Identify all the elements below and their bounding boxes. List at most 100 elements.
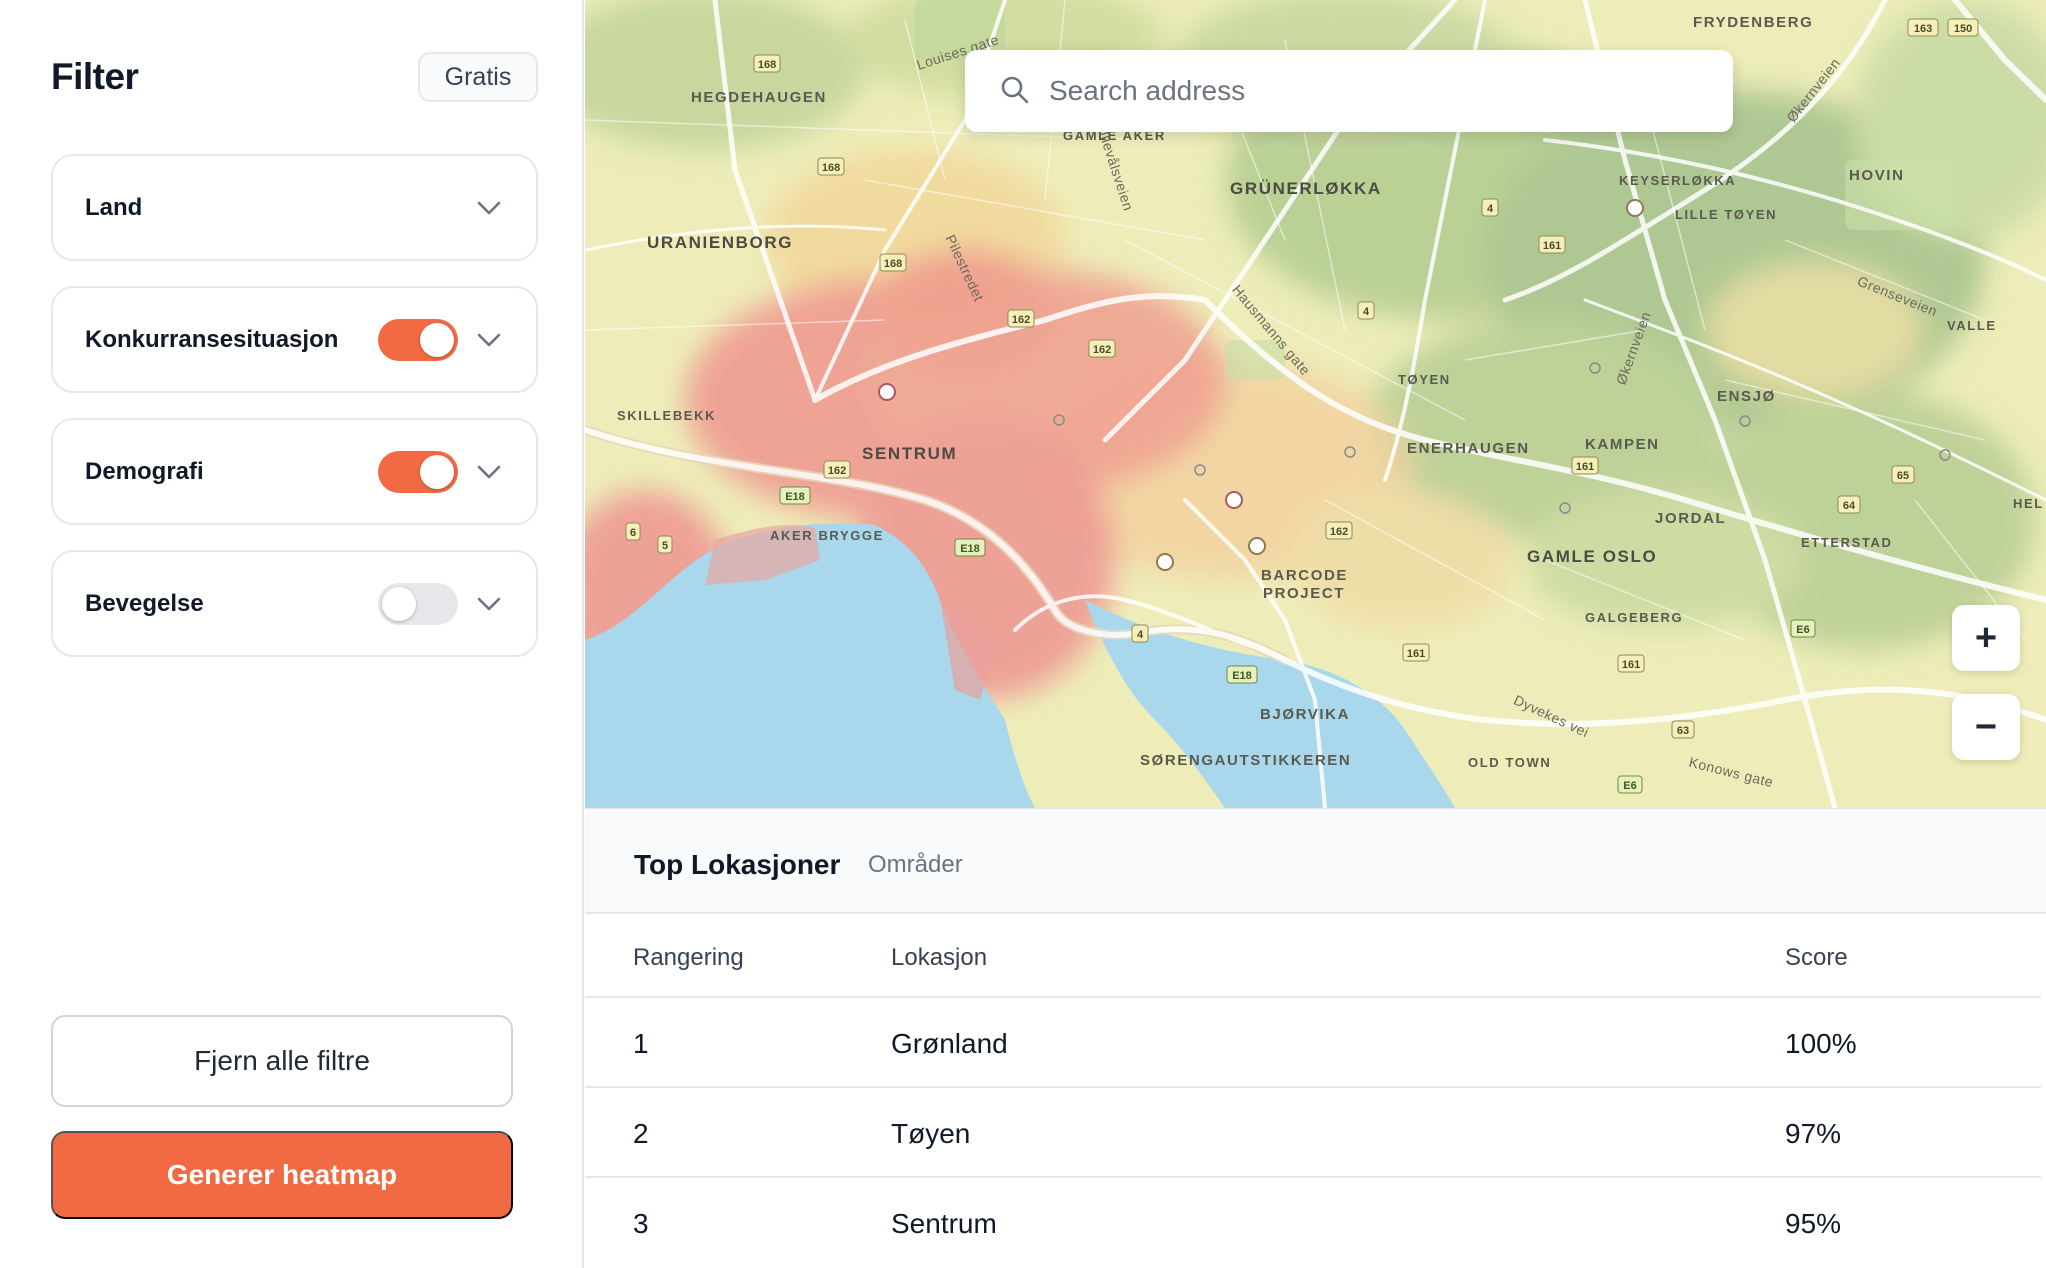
filter-bevegelse[interactable]: Bevegelse (51, 550, 538, 657)
map-label: PROJECT (1263, 585, 1346, 602)
plan-badge[interactable]: Gratis (418, 52, 538, 102)
svg-text:163: 163 (1914, 23, 1932, 35)
results-header: Top Lokasjoner Områder (585, 808, 2046, 914)
filter-land[interactable]: Land (51, 154, 538, 261)
map-label: HEGDEHAUGEN (691, 89, 827, 106)
column-header-rank[interactable]: Rangering (633, 944, 744, 972)
map-label: TØYEN (1398, 372, 1451, 387)
map-label: JORDAL (1655, 510, 1727, 527)
demografi-toggle[interactable] (378, 450, 458, 493)
table-row[interactable]: 2 Tøyen 97% (585, 1088, 2041, 1178)
location-cell: Tøyen (891, 1118, 971, 1149)
svg-text:162: 162 (1012, 314, 1030, 326)
score-cell: 97% (1785, 1118, 1842, 1149)
search-icon (1001, 76, 1029, 104)
svg-text:E6: E6 (1623, 780, 1636, 792)
map-label: GRÜNERLØKKA (1230, 179, 1382, 198)
results-table: Rangering Lokasjon Score 1 Grønland 100%… (585, 914, 2041, 1268)
clear-filters-button[interactable]: Fjern alle filtre (51, 1015, 513, 1107)
map-label: SENTRUM (862, 444, 958, 463)
score-cell: 100% (1785, 1028, 1857, 1059)
column-header-score[interactable]: Score (1785, 944, 1848, 972)
svg-text:6: 6 (630, 527, 636, 539)
chevron-down-icon[interactable] (476, 596, 502, 612)
map-label: KEYSERLØKKA (1619, 173, 1737, 188)
score-cell: 95% (1785, 1208, 1842, 1239)
svg-text:150: 150 (1954, 23, 1972, 35)
filter-label: Konkurransesituasjon (85, 325, 339, 353)
heatmap-map[interactable]: 168 168 168 162 162 162 162 161 161 161 … (585, 0, 2046, 808)
map-label: ETTERSTAD (1801, 535, 1893, 550)
map-label: BARCODE (1261, 567, 1349, 584)
konkurransesituasjon-toggle[interactable] (378, 318, 458, 361)
map-label: OLD TOWN (1468, 755, 1552, 770)
svg-text:161: 161 (1543, 240, 1561, 252)
map-label: GAMLE OSLO (1527, 547, 1658, 566)
chevron-down-icon[interactable] (476, 332, 502, 348)
map-label: HOVIN (1849, 167, 1905, 184)
toggle-knob (420, 322, 454, 357)
column-header-location[interactable]: Lokasjon (891, 944, 987, 972)
svg-text:168: 168 (822, 162, 840, 174)
svg-text:64: 64 (1843, 500, 1856, 512)
table-row[interactable]: 3 Sentrum 95% (585, 1178, 2041, 1268)
map-label: KAMPEN (1585, 436, 1660, 453)
svg-text:162: 162 (1330, 526, 1348, 538)
app-frame: Filter Gratis Land Konkurransesituasjon … (0, 0, 2046, 1268)
svg-text:162: 162 (828, 465, 846, 477)
map-label: VALLE (1947, 318, 1997, 333)
map-label: BJØRVIKA (1260, 706, 1351, 723)
filter-sidebar: Filter Gratis Land Konkurransesituasjon … (0, 0, 584, 1268)
filter-label: Bevegelse (85, 589, 204, 617)
rank-cell: 3 (633, 1208, 649, 1239)
toggle-knob (382, 586, 416, 621)
results-panel: Top Lokasjoner Områder Rangering Lokasjo… (585, 808, 2046, 1268)
svg-text:4: 4 (1363, 306, 1370, 318)
results-title: Top Lokasjoner (634, 849, 841, 880)
map-label: FRYDENBERG (1693, 14, 1814, 31)
filter-konkurransesituasjon[interactable]: Konkurransesituasjon (51, 286, 538, 393)
map-label: GALGEBERG (1585, 610, 1684, 625)
map-label: SØRENGAUTSTIKKEREN (1140, 752, 1352, 769)
svg-text:161: 161 (1407, 648, 1425, 660)
svg-text:5: 5 (662, 540, 668, 552)
map-label: URANIENBORG (647, 233, 794, 252)
svg-text:162: 162 (1093, 344, 1111, 356)
address-search[interactable] (965, 50, 1733, 132)
map-label: ENSJØ (1717, 388, 1776, 405)
svg-text:E18: E18 (960, 543, 980, 555)
svg-text:168: 168 (758, 59, 776, 71)
map-label: LILLE TØYEN (1675, 207, 1778, 222)
zoom-in-button[interactable]: + (1952, 605, 2020, 671)
map-label: HEL (2013, 496, 2044, 511)
map-label: ENERHAUGEN (1407, 440, 1530, 457)
svg-text:E18: E18 (1232, 670, 1252, 682)
search-input[interactable] (1049, 64, 1709, 118)
filter-label: Land (85, 193, 143, 221)
table-row[interactable]: 1 Grønland 100% (585, 998, 2041, 1088)
svg-text:4: 4 (1137, 629, 1144, 641)
location-cell: Sentrum (891, 1208, 997, 1239)
results-tab-omrader[interactable]: Områder (868, 851, 963, 879)
zoom-out-button[interactable]: − (1952, 694, 2020, 760)
svg-text:4: 4 (1487, 203, 1494, 215)
filter-demografi[interactable]: Demografi (51, 418, 538, 525)
table-header: Rangering Lokasjon Score (585, 914, 2041, 998)
filter-title: Filter (51, 56, 139, 97)
chevron-down-icon[interactable] (476, 464, 502, 480)
chevron-down-icon[interactable] (476, 200, 502, 216)
svg-text:E18: E18 (785, 491, 805, 503)
svg-text:65: 65 (1897, 470, 1909, 482)
rank-cell: 1 (633, 1028, 649, 1059)
svg-text:168: 168 (884, 258, 902, 270)
svg-text:161: 161 (1622, 659, 1640, 671)
map-label: AKER BRYGGE (770, 528, 884, 543)
svg-text:63: 63 (1677, 725, 1689, 737)
rank-cell: 2 (633, 1118, 649, 1149)
location-cell: Grønland (891, 1028, 1008, 1059)
generate-heatmap-button[interactable]: Generer heatmap (51, 1131, 513, 1219)
bevegelse-toggle[interactable] (378, 582, 458, 625)
filter-label: Demografi (85, 457, 204, 485)
map-label: SKILLEBEKK (617, 408, 717, 423)
svg-text:E6: E6 (1796, 624, 1809, 636)
